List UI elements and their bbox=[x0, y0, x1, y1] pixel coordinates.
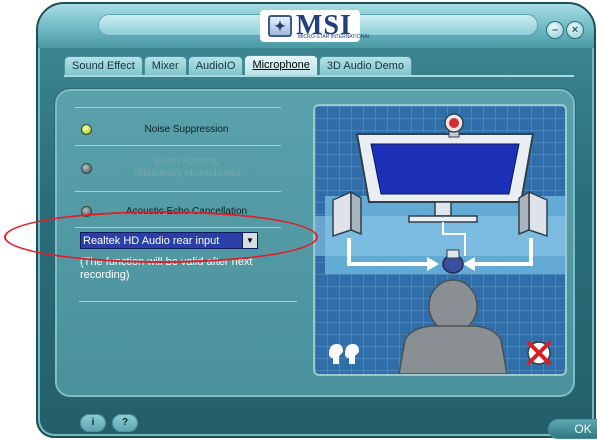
ok-button[interactable]: OK bbox=[548, 419, 597, 439]
highlight-annotation bbox=[4, 211, 318, 263]
msi-logo: ✦ MSI MICRO-STAR INTERNATIONAL bbox=[260, 10, 370, 42]
divider bbox=[75, 145, 281, 146]
led-off-icon bbox=[81, 162, 92, 174]
tab-bar: Sound Effect Mixer AudioIO Microphone 3D… bbox=[64, 55, 413, 76]
no-noise-icon bbox=[527, 341, 551, 365]
tab-mixer[interactable]: Mixer bbox=[143, 56, 187, 76]
tab-microphone[interactable]: Microphone bbox=[244, 55, 318, 76]
close-button[interactable]: × bbox=[566, 21, 584, 39]
beam-forming-label-line1: Beam Forming bbox=[153, 156, 220, 167]
led-on-icon[interactable] bbox=[81, 123, 92, 135]
tab-sound-effect[interactable]: Sound Effect bbox=[64, 56, 143, 76]
tab-3d-audio-demo[interactable]: 3D Audio Demo bbox=[318, 56, 412, 76]
noise-suppression-label: Noise Suppression bbox=[144, 123, 229, 135]
tab-underline bbox=[64, 75, 574, 77]
info-icon[interactable]: i bbox=[80, 414, 106, 432]
beam-forming-option: Beam Forming (Stationary Microphone) bbox=[75, 153, 281, 183]
minimize-button[interactable]: – bbox=[546, 21, 564, 39]
microphone-illustration bbox=[313, 104, 567, 376]
tab-audioio[interactable]: AudioIO bbox=[187, 56, 244, 76]
scene-svg bbox=[315, 113, 565, 374]
noise-source-icon bbox=[329, 344, 359, 364]
help-icon[interactable]: ? bbox=[112, 414, 138, 432]
beam-forming-label-line2: (Stationary Microphone) bbox=[133, 168, 240, 179]
brand-tagline: MICRO-STAR INTERNATIONAL bbox=[298, 34, 371, 40]
beam-forming-label: Beam Forming (Stationary Microphone) bbox=[92, 156, 281, 180]
msi-dragon-icon: ✦ bbox=[268, 15, 292, 37]
noise-suppression-option[interactable]: Noise Suppression bbox=[75, 117, 281, 141]
divider bbox=[75, 107, 281, 108]
right-speaker-icon bbox=[518, 190, 548, 238]
divider bbox=[75, 191, 281, 192]
left-speaker-icon bbox=[332, 190, 362, 238]
bottom-toolbar: i ? OK bbox=[78, 412, 597, 439]
title-bar[interactable]: ✦ MSI MICRO-STAR INTERNATIONAL – × bbox=[38, 4, 594, 48]
divider bbox=[79, 301, 297, 302]
user-silhouette-icon bbox=[398, 279, 508, 374]
